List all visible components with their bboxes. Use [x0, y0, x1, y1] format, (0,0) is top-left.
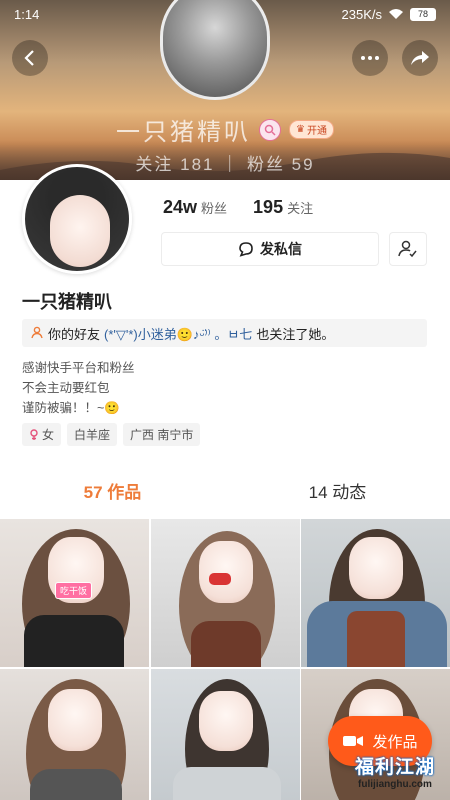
profile-counts: 24w 粉丝 195 关注	[163, 197, 313, 218]
fans-count[interactable]: 24w 粉丝	[163, 197, 227, 218]
profile-avatar[interactable]	[22, 164, 132, 274]
bio-line: 不会主动要红包	[22, 381, 110, 395]
bio-line: 谨防被骗！！~🙂	[22, 401, 120, 415]
video-camera-icon	[343, 736, 364, 746]
video-thumbnail[interactable]	[150, 668, 300, 800]
tag-location-label: 广西 南宁市	[130, 428, 194, 442]
mutual-friend-name[interactable]: (*'▽'*)小迷弟🙂♪ᵕ̈⁾⁾ 。ㅂ七	[104, 324, 252, 343]
back-button[interactable]	[12, 40, 48, 76]
chevron-left-icon	[24, 50, 34, 66]
mutual-suffix: 也关注了她。	[256, 326, 335, 342]
user-group-icon	[31, 326, 43, 339]
status-time: 1:14	[14, 6, 40, 22]
profile-user-name: 一只猪精叭	[22, 292, 112, 312]
send-message-button[interactable]: 发私信	[161, 232, 379, 266]
video-sticker-text: 吃干饭	[55, 582, 93, 599]
watermark-title: 福利江湖	[354, 757, 435, 778]
site-watermark: 福利江湖 fulijianghu.com	[345, 752, 445, 790]
following-count-label: 关注	[287, 201, 314, 216]
share-button[interactable]	[402, 40, 438, 76]
bio-line: 感谢快手平台和粉丝	[22, 361, 135, 375]
user-check-icon	[398, 240, 417, 258]
banner-name-row: 一只猪精叭 ♛ 开通	[0, 112, 450, 147]
profile-tags: 女 白羊座 广西 南宁市	[22, 423, 201, 446]
avatar-face	[50, 195, 110, 267]
fans-count-number: 24w	[163, 197, 198, 217]
fans-count-label: 粉丝	[201, 201, 228, 216]
more-dots-icon	[361, 56, 379, 60]
network-speed: 235K/s	[341, 6, 382, 22]
banner-stats: 关注 181 ｜ 粉丝 59	[135, 155, 315, 174]
female-icon	[30, 428, 38, 440]
video-thumbnail[interactable]	[150, 519, 300, 667]
share-icon	[411, 51, 429, 65]
mutual-friends-bar[interactable]: 你的好友 (*'▽'*)小迷弟🙂♪ᵕ̈⁾⁾ 。ㅂ七 也关注了她。	[22, 319, 427, 347]
battery-icon: 78	[410, 7, 436, 21]
content-tabs: 57 作品 14 动态	[0, 473, 450, 513]
video-thumbnail[interactable]	[301, 519, 450, 667]
wifi-icon	[389, 9, 403, 19]
following-count[interactable]: 195 关注	[253, 197, 313, 218]
tab-moments[interactable]: 14 动态	[225, 473, 450, 513]
vip-open-badge[interactable]: ♛ 开通	[289, 120, 334, 139]
search-badge-icon	[259, 118, 282, 141]
banner-user-name: 一只猪精叭	[116, 119, 252, 146]
vip-label: 开通	[306, 126, 327, 137]
status-bar: 1:14 235K/s 78	[0, 0, 450, 28]
tag-constellation-label: 白羊座	[74, 428, 111, 442]
profile-bio: 感谢快手平台和粉丝 不会主动要红包 谨防被骗！！~🙂	[22, 358, 135, 418]
video-thumbnail[interactable]: 吃干饭	[0, 519, 149, 667]
post-work-label: 发作品	[372, 733, 418, 751]
tab-works[interactable]: 57 作品	[0, 473, 225, 513]
followed-user-button[interactable]	[389, 232, 427, 266]
following-count-number: 195	[253, 197, 284, 217]
watermark-url: fulijianghu.com	[358, 779, 432, 790]
profile-card: 24w 粉丝 195 关注 发私信 一只猪精叭 你的好友 (*'▽'*)小迷弟🙂♪ᵕ…	[0, 164, 450, 520]
video-thumbnail[interactable]	[0, 668, 149, 800]
more-button[interactable]	[352, 40, 388, 76]
send-message-label: 发私信	[260, 241, 302, 257]
mutual-prefix: 你的好友	[48, 326, 101, 342]
tag-constellation: 白羊座	[67, 423, 118, 446]
tag-gender-label: 女	[42, 428, 55, 442]
tag-gender: 女	[22, 423, 62, 446]
chat-bubble-icon	[239, 242, 253, 257]
tag-location: 广西 南宁市	[123, 423, 201, 446]
crown-icon: ♛	[296, 124, 305, 135]
